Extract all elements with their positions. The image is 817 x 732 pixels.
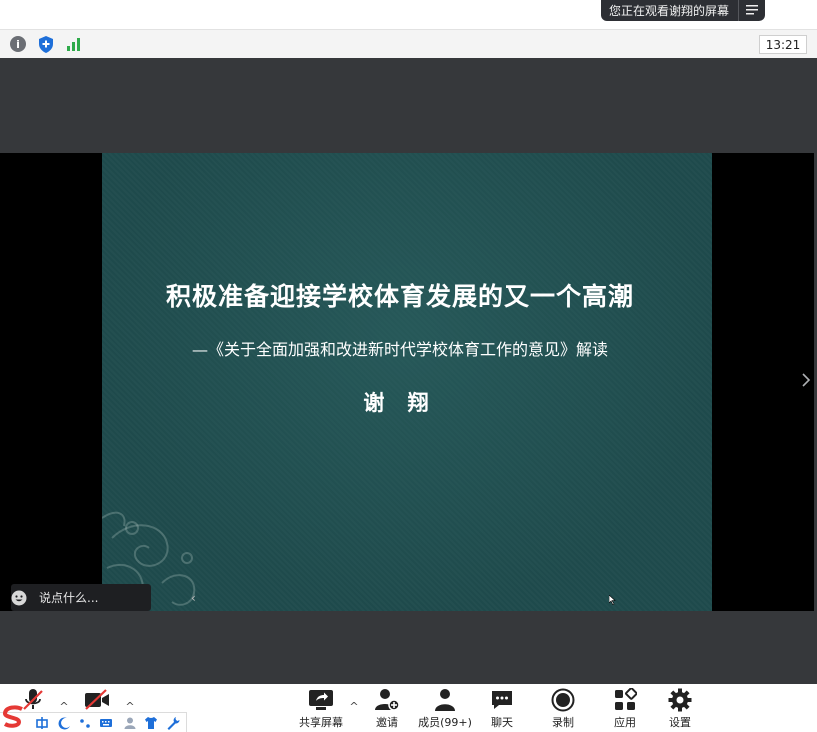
next-page-arrow-icon[interactable]: [801, 372, 815, 392]
invite-label: 邀请: [376, 716, 398, 729]
slide-subtitle: —《关于全面加强和改进新时代学校体育工作的意见》解读: [191, 340, 608, 359]
skin-shirt-icon[interactable]: [144, 716, 158, 730]
members-label: 成员(99+): [418, 716, 472, 729]
list-menu-icon[interactable]: [739, 4, 765, 18]
apps-button[interactable]: 应用: [607, 688, 643, 731]
moon-punctuation-icon[interactable]: [58, 716, 72, 730]
members-button[interactable]: 成员(99+): [414, 688, 476, 731]
share-options-caret-icon[interactable]: ^: [348, 700, 360, 713]
chat-input[interactable]: [27, 583, 191, 612]
video-options-caret-icon[interactable]: ^: [124, 700, 136, 713]
settings-icon: [668, 688, 692, 712]
shield-icon[interactable]: [37, 35, 55, 53]
status-bar: i 13:21: [0, 29, 817, 59]
share-screen-label: 共享屏幕: [299, 716, 343, 729]
viewing-banner-text: 您正在观看谢翔的屏幕: [609, 4, 730, 18]
chat-collapse-chevron-icon[interactable]: ‹: [191, 591, 196, 605]
settings-label: 设置: [669, 716, 691, 729]
share-screen-button[interactable]: 共享屏幕: [292, 688, 350, 731]
info-icon[interactable]: i: [9, 35, 27, 53]
input-method-toolbar: [0, 705, 187, 732]
sogou-logo-icon[interactable]: [2, 705, 28, 729]
invite-icon: [374, 688, 400, 712]
meeting-clock: 13:21: [759, 35, 807, 54]
chat-quick-bar: ‹: [11, 583, 196, 612]
camera-off-icon: [84, 688, 110, 712]
viewing-banner[interactable]: 您正在观看谢翔的屏幕: [601, 0, 765, 21]
share-screen-icon: [308, 688, 334, 712]
chat-label: 聊天: [491, 716, 513, 729]
keyboard-icon[interactable]: [99, 716, 113, 730]
slide-title: 积极准备迎接学校体育发展的又一个高潮: [165, 282, 634, 311]
record-button[interactable]: 录制: [545, 688, 581, 731]
emoji-icon[interactable]: [11, 584, 27, 611]
chat-button[interactable]: 聊天: [484, 688, 520, 731]
settings-button[interactable]: 设置: [662, 688, 698, 731]
apps-icon: [613, 688, 637, 712]
chat-icon: [490, 688, 514, 712]
apps-label: 应用: [614, 716, 636, 729]
slide-author: 谢 翔: [363, 391, 437, 415]
mouse-pointer-icon: [609, 595, 616, 605]
members-icon: [434, 688, 456, 712]
signal-icon[interactable]: [65, 35, 83, 53]
wrench-tools-icon[interactable]: [166, 716, 180, 730]
audio-options-caret-icon[interactable]: ^: [58, 700, 70, 713]
dots-punctuation-icon[interactable]: [78, 716, 92, 730]
record-label: 录制: [552, 716, 574, 729]
invite-button[interactable]: 邀请: [367, 688, 407, 731]
presentation-slide: 积极准备迎接学校体育发展的又一个高潮 —《关于全面加强和改进新时代学校体育工作的…: [102, 153, 712, 611]
chinese-mode-icon[interactable]: [35, 716, 49, 730]
record-icon: [551, 688, 575, 712]
user-account-icon[interactable]: [123, 716, 137, 730]
